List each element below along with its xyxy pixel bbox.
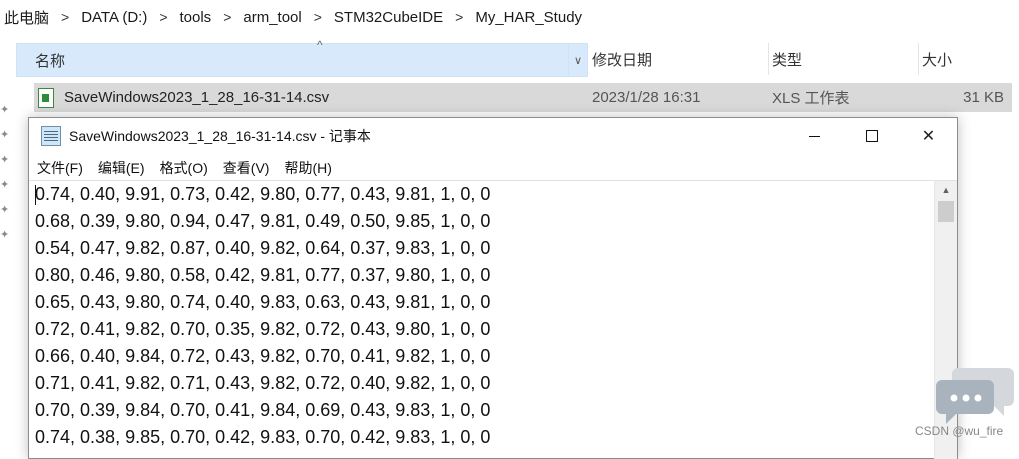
text-line: 0.54, 0.47, 9.82, 0.87, 0.40, 9.82, 0.64…	[35, 238, 491, 258]
notepad-title-bar[interactable]: SaveWindows2023_1_28_16-31-14.csv - 记事本 …	[29, 118, 957, 154]
file-type: XLS 工作表	[772, 90, 850, 107]
menu-file[interactable]: 文件(F)	[29, 158, 90, 178]
quick-access-pins: ✦ ✦ ✦ ✦ ✦ ✦	[0, 98, 10, 248]
notepad-menu-bar: 文件(F) 编辑(E) 格式(O) 查看(V) 帮助(H)	[29, 155, 957, 180]
column-header-size-label: 大小	[922, 51, 953, 69]
maximize-button[interactable]	[843, 118, 900, 154]
sort-ascending-icon: ^	[317, 38, 323, 52]
column-header-type-label: 类型	[772, 51, 803, 69]
breadcrumb-tools[interactable]: tools	[176, 9, 216, 26]
notepad-window: SaveWindows2023_1_28_16-31-14.csv - 记事本 …	[28, 117, 958, 459]
pin-icon[interactable]: ✦	[0, 198, 10, 223]
text-line: 0.68, 0.39, 9.80, 0.94, 0.47, 9.81, 0.49…	[35, 211, 491, 231]
watermark: CSDN @wu_fire	[915, 424, 1004, 438]
close-button[interactable]: ✕	[900, 118, 957, 154]
menu-edit[interactable]: 编辑(E)	[90, 158, 152, 178]
pin-icon[interactable]: ✦	[0, 98, 10, 123]
text-line: 0.71, 0.41, 9.82, 0.71, 0.43, 9.82, 0.72…	[35, 373, 491, 393]
menu-format[interactable]: 格式(O)	[152, 158, 215, 178]
column-header-name-label: 名称	[35, 52, 66, 70]
text-line: 0.70, 0.39, 9.84, 0.70, 0.41, 9.84, 0.69…	[35, 400, 491, 420]
text-caret	[35, 185, 36, 205]
chat-bubbles-icon	[936, 368, 1014, 424]
minimize-button[interactable]	[786, 118, 843, 154]
text-line: 0.65, 0.43, 9.80, 0.74, 0.40, 9.83, 0.63…	[35, 292, 491, 312]
text-line: 0.74, 0.40, 9.91, 0.73, 0.42, 9.80, 0.77…	[35, 184, 491, 204]
breadcrumb: 此电脑 > DATA (D:) > tools > arm_tool > STM…	[0, 0, 1019, 34]
column-header-name[interactable]: ^ 名称 ∨	[16, 38, 588, 77]
scroll-up-arrow-icon[interactable]: ▲	[935, 181, 957, 199]
close-icon: ✕	[921, 128, 936, 145]
breadcrumb-my-har-study[interactable]: My_HAR_Study	[471, 9, 586, 26]
notepad-text-area[interactable]: 0.74, 0.40, 9.91, 0.73, 0.42, 9.80, 0.77…	[29, 180, 935, 459]
chevron-right-icon[interactable]: >	[306, 9, 330, 25]
maximize-icon	[865, 130, 878, 142]
notepad-title: SaveWindows2023_1_28_16-31-14.csv - 记事本	[69, 128, 371, 144]
chevron-right-icon[interactable]: >	[53, 9, 77, 25]
chevron-right-icon[interactable]: >	[215, 9, 239, 25]
chevron-right-icon[interactable]: >	[447, 9, 471, 25]
column-filter-dropdown-icon[interactable]: ∨	[568, 44, 587, 76]
window-controls: ✕	[786, 118, 957, 154]
pin-icon[interactable]: ✦	[0, 173, 10, 198]
breadcrumb-drive[interactable]: DATA (D:)	[77, 9, 151, 26]
scrollbar-thumb[interactable]	[938, 201, 954, 222]
text-line: 0.80, 0.46, 9.80, 0.58, 0.42, 9.81, 0.77…	[35, 265, 491, 285]
text-line: 0.74, 0.38, 9.85, 0.70, 0.42, 9.83, 0.70…	[35, 427, 491, 447]
breadcrumb-this-pc[interactable]: 此电脑	[0, 7, 53, 28]
chevron-right-icon[interactable]: >	[151, 9, 175, 25]
text-line: 0.72, 0.41, 9.82, 0.70, 0.35, 9.82, 0.72…	[35, 319, 491, 339]
column-header-type[interactable]: 类型	[768, 43, 919, 75]
file-size: 31 KB	[963, 89, 1004, 106]
file-name: SaveWindows2023_1_28_16-31-14.csv	[64, 89, 330, 106]
column-header-date-label: 修改日期	[592, 51, 653, 69]
breadcrumb-arm-tool[interactable]: arm_tool	[239, 9, 305, 26]
csv-file-icon	[38, 87, 54, 108]
column-header-date[interactable]: 修改日期	[588, 43, 769, 75]
menu-view[interactable]: 查看(V)	[215, 158, 277, 178]
file-modified-date: 2023/1/28 16:31	[592, 89, 701, 106]
minimize-icon	[809, 135, 820, 137]
file-row-selected[interactable]: SaveWindows2023_1_28_16-31-14.csv 2023/1…	[34, 83, 1012, 112]
pin-icon[interactable]: ✦	[0, 123, 10, 148]
pin-icon[interactable]: ✦	[0, 148, 10, 173]
column-header-size[interactable]: 大小	[918, 43, 1019, 75]
breadcrumb-stm32cubeide[interactable]: STM32CubeIDE	[330, 9, 447, 26]
text-line: 0.66, 0.40, 9.84, 0.72, 0.43, 9.82, 0.70…	[35, 346, 491, 366]
pin-icon[interactable]: ✦	[0, 223, 10, 248]
notepad-icon	[41, 126, 61, 146]
menu-help[interactable]: 帮助(H)	[276, 158, 338, 178]
